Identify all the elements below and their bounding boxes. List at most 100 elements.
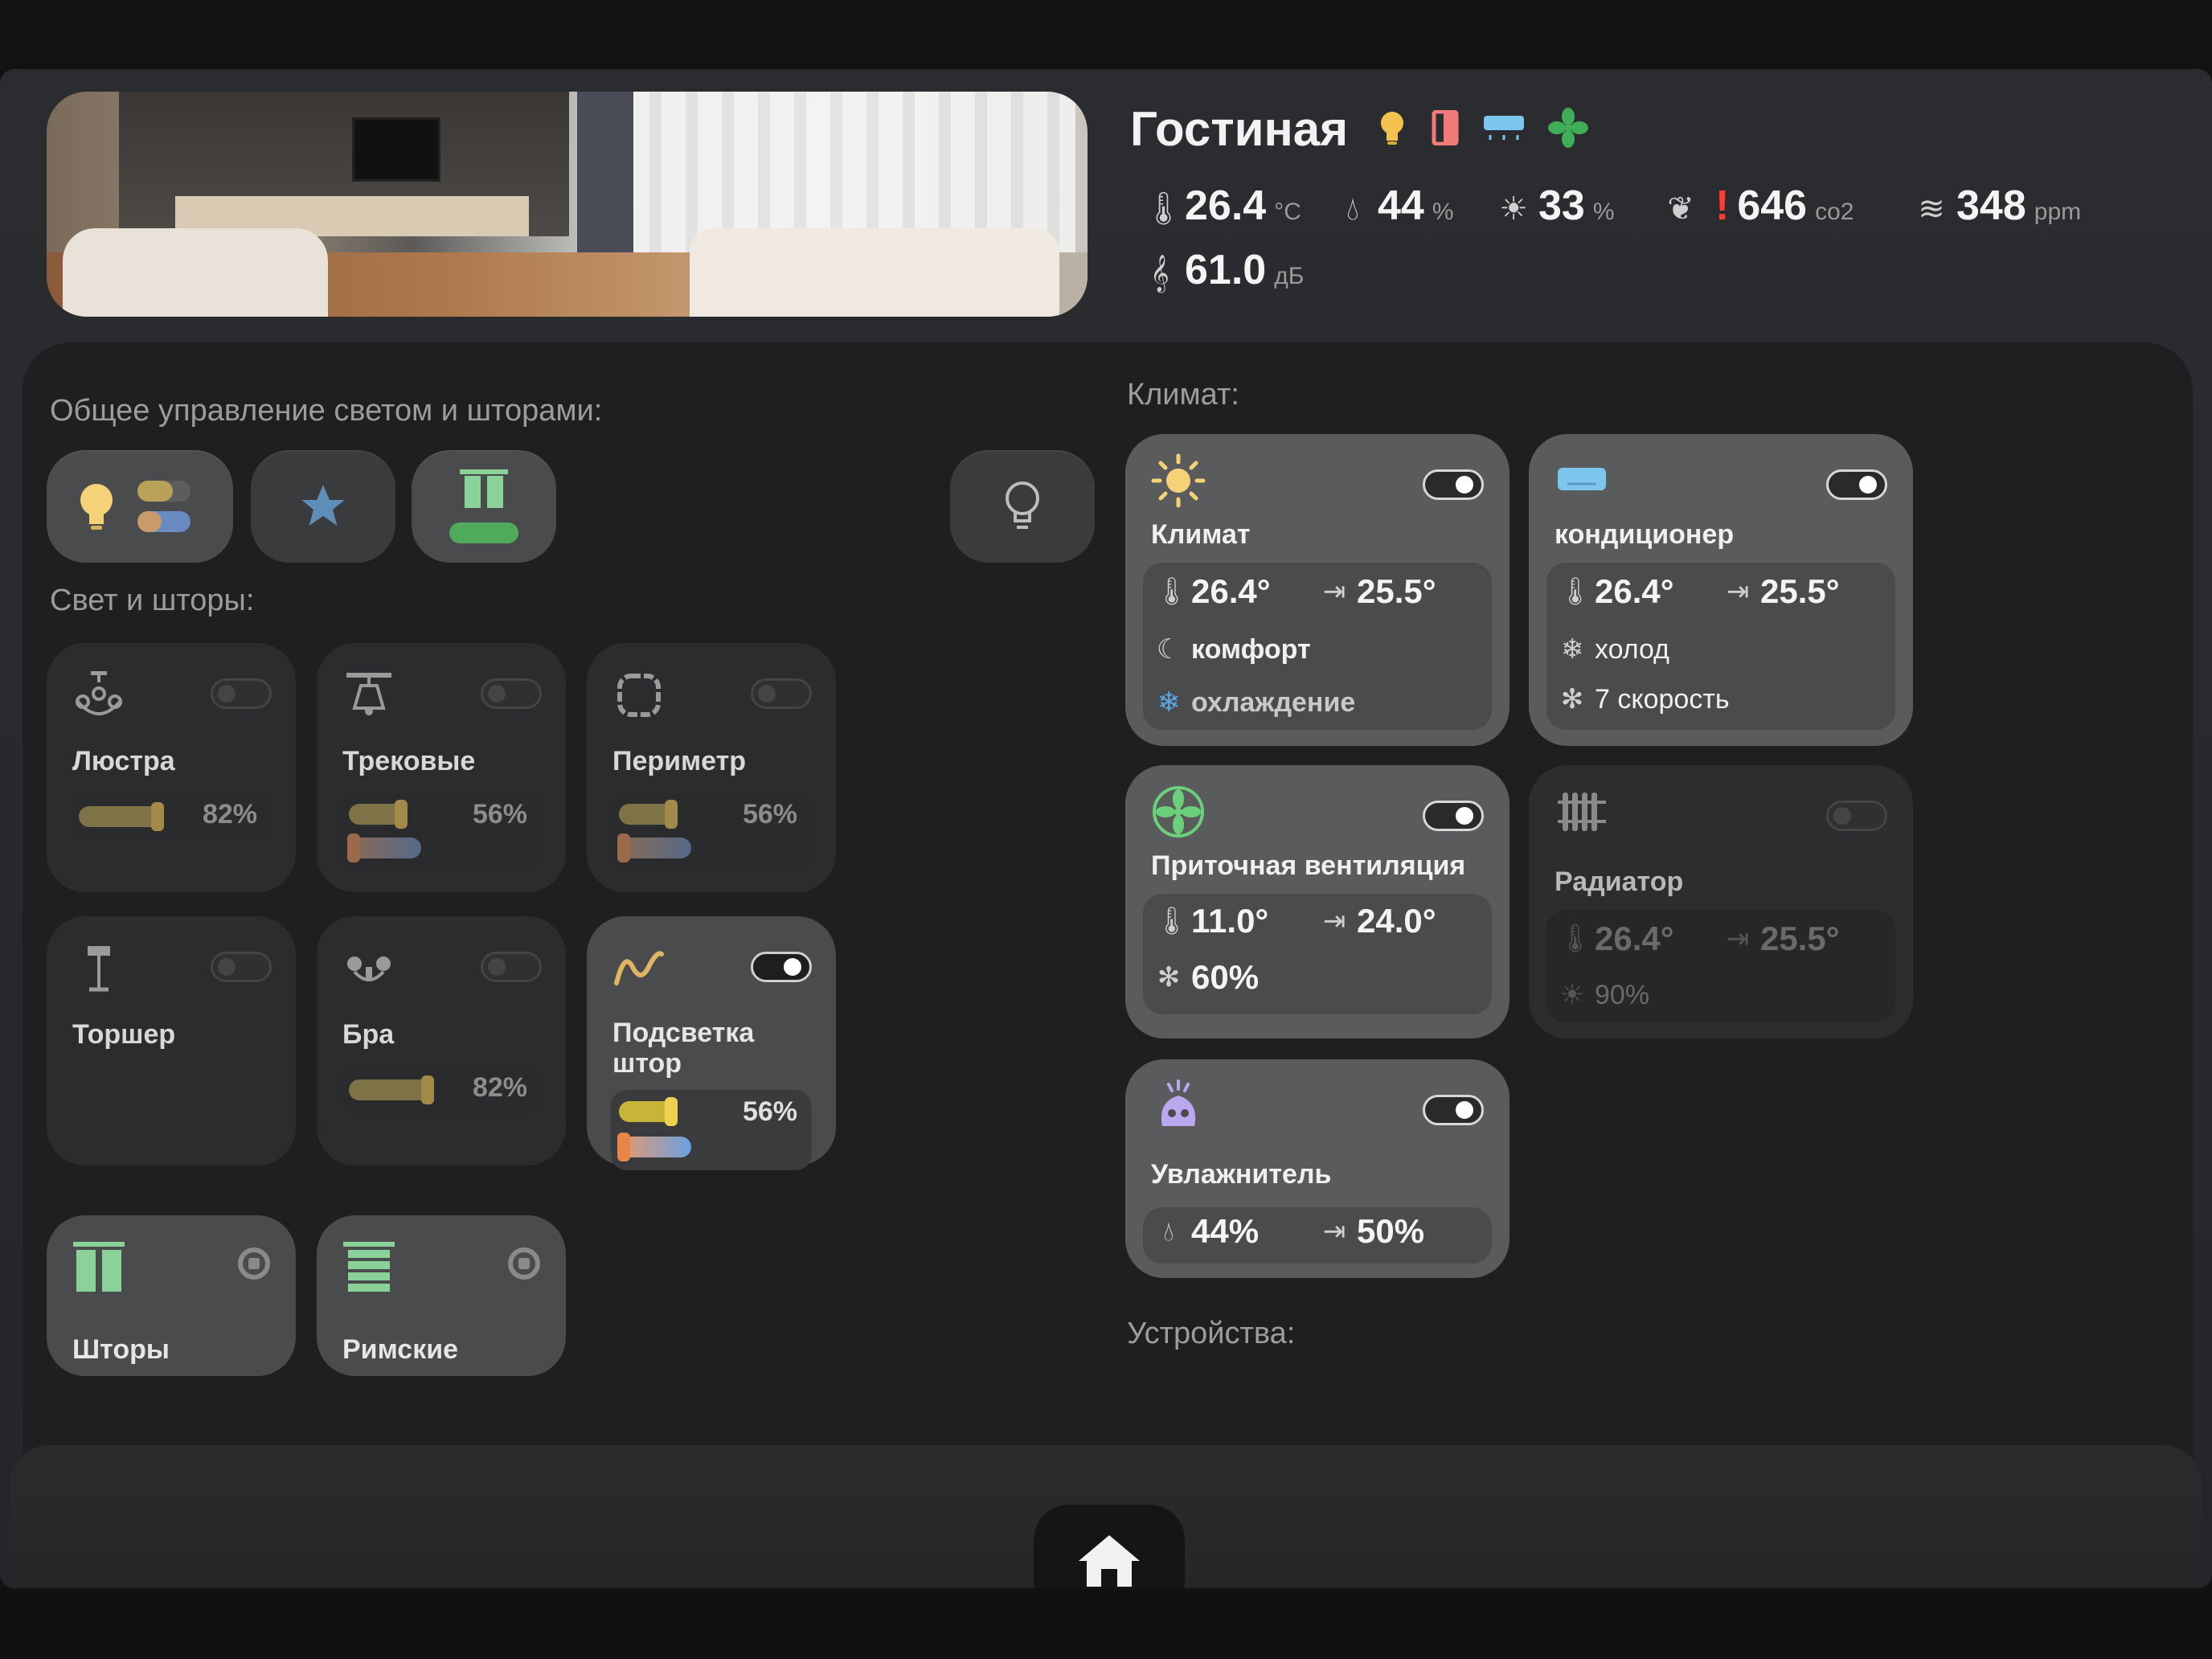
card-name: кондиционер	[1555, 519, 1735, 550]
perimeter-icon	[611, 667, 667, 723]
sun-icon: ☀	[1499, 191, 1528, 227]
ac-icon	[1484, 116, 1524, 140]
brightness-slider[interactable]: 82%	[341, 1066, 542, 1114]
tile-name: Римские	[342, 1334, 459, 1365]
perimeter-toggle[interactable]	[751, 678, 812, 709]
sun-icon	[1149, 452, 1207, 510]
floor-lamp-toggle[interactable]	[211, 952, 272, 982]
room-title: Гостиная	[1130, 102, 1349, 156]
chandelier-icon	[71, 667, 127, 723]
stop-icon[interactable]	[238, 1247, 270, 1280]
climate-card-humidifier[interactable]: Увлажнитель 💧︎ 44% ⇥ 50%	[1125, 1059, 1509, 1278]
curtain-tile-curtains[interactable]: Шторы	[47, 1215, 296, 1376]
temperature-sensor[interactable]: 🌡︎ 26.4 °C	[1143, 182, 1301, 230]
light-off-button[interactable]	[950, 450, 1095, 563]
light-tile-floor-lamp[interactable]: Торшер	[47, 916, 296, 1165]
home-button[interactable]	[1034, 1505, 1185, 1588]
lights-section-label: Свет и шторы:	[50, 584, 255, 617]
humidity-sensor[interactable]: 💧︎ 44 %	[1336, 182, 1454, 230]
fan-icon: ✻	[1560, 684, 1584, 715]
climate-label: Климат:	[1127, 378, 1239, 412]
bulb-outline-icon	[1006, 481, 1039, 529]
tile-name: Шторы	[72, 1334, 170, 1365]
climate-card-ventilation[interactable]: Приточная вентиляция 🌡︎ 11.0° ⇥ 24.0° ✻ 60%	[1125, 765, 1509, 1038]
sconce-icon	[341, 940, 397, 997]
illuminance-sensor[interactable]: ☀ 33 %	[1497, 182, 1614, 230]
alert-icon: !	[1715, 182, 1730, 229]
fan-icon	[1149, 783, 1207, 841]
led-strip-icon	[611, 940, 667, 997]
tile-name: Люстра	[72, 746, 175, 776]
stop-icon[interactable]	[508, 1247, 540, 1280]
brightness-slider[interactable]: 56%	[611, 1090, 812, 1170]
fan-icon	[1548, 108, 1588, 148]
snowflake-icon: ❄	[1157, 687, 1181, 718]
curtain-backlight-toggle[interactable]	[751, 952, 812, 982]
target-icon: ⇥	[1322, 1216, 1346, 1247]
track-toggle[interactable]	[481, 678, 542, 709]
sconce-toggle[interactable]	[481, 952, 542, 982]
thermometer-icon: 🌡︎	[1558, 924, 1593, 954]
chandelier-toggle[interactable]	[211, 678, 272, 709]
devices-label: Устройства:	[1127, 1317, 1296, 1350]
climate-info: 💧︎ 44% ⇥ 50%	[1143, 1207, 1492, 1264]
card-name: Радиатор	[1555, 866, 1684, 897]
radiator-icon	[1553, 783, 1611, 841]
light-tile-sconce[interactable]: Бра 82%	[317, 916, 566, 1165]
dashboard-screen: Гостиная 🌡︎ 26.4 °C 💧︎ 44 % ☀ 33 % ❦ ! 6…	[0, 69, 2212, 1588]
tile-name: Трековые	[342, 746, 476, 776]
bulb-icon	[80, 484, 113, 530]
fan-speed-icon: ✻	[1157, 962, 1181, 993]
bulb-icon	[1381, 112, 1403, 145]
tile-name: Торшер	[72, 1019, 176, 1050]
curtains-icon	[71, 1239, 127, 1296]
card-name: Увлажнитель	[1151, 1159, 1332, 1190]
light-tile-chandelier[interactable]: Люстра 82%	[47, 643, 296, 892]
climate-info: 🌡︎ 26.4° ⇥ 25.5° ☾ комфорт ❄ охлаждение	[1143, 563, 1492, 730]
climate-info: 🌡︎ 11.0° ⇥ 24.0° ✻ 60%	[1143, 894, 1492, 1014]
humidifier-toggle[interactable]	[1423, 1095, 1484, 1125]
light-tile-track[interactable]: Трековые 56%	[317, 643, 566, 892]
noise-sensor[interactable]: 𝄞 61.0 дБ	[1143, 246, 1304, 294]
scenes-button[interactable]	[251, 450, 395, 563]
co2-sensor[interactable]: ❦ ! 646 co2	[1664, 182, 1854, 230]
climate-card-thermostat[interactable]: Климат 🌡︎ 26.4° ⇥ 25.5° ☾ комфорт ❄ охлажден…	[1125, 434, 1509, 746]
card-name: Приточная вентиляция	[1151, 850, 1466, 881]
leaf-icon: ❦	[1667, 191, 1694, 227]
target-icon: ⇥	[1322, 576, 1346, 607]
all-curtains-button[interactable]	[412, 450, 556, 563]
room-photo[interactable]	[47, 92, 1088, 317]
radiator-toggle[interactable]	[1826, 801, 1887, 831]
target-icon: ⇥	[1322, 906, 1346, 936]
climate-card-ac[interactable]: кондиционер 🌡︎ 26.4° ⇥ 25.5° ❄ холод ✻ 7 ско…	[1529, 434, 1913, 746]
humidifier-icon	[1149, 1077, 1207, 1135]
air-quality-sensor[interactable]: ≋ 348 ppm	[1915, 182, 2081, 230]
ventilation-toggle[interactable]	[1423, 801, 1484, 831]
star-icon	[301, 485, 345, 526]
climate-card-radiator[interactable]: Радиатор 🌡︎ 26.4° ⇥ 25.5° ☀ 90%	[1529, 765, 1913, 1038]
thermometer-icon: 🌡︎	[1558, 576, 1593, 607]
brightness-slider[interactable]: 82%	[71, 793, 272, 841]
brightness-slider-icon	[137, 481, 190, 532]
all-lights-button[interactable]	[47, 450, 233, 563]
card-name: Климат	[1151, 519, 1251, 550]
brightness-slider[interactable]: 56%	[341, 793, 542, 870]
droplet-icon: 💧︎	[1163, 1215, 1174, 1247]
screen-bezel	[0, 1588, 2212, 1659]
moon-icon: ☾	[1156, 634, 1182, 665]
droplet-icon: 💧︎	[1346, 191, 1359, 227]
light-tile-perimeter[interactable]: Периметр 56%	[587, 643, 836, 892]
curtains-icon	[460, 469, 508, 508]
ac-toggle[interactable]	[1826, 469, 1887, 500]
thermometer-icon: 🌡︎	[1154, 906, 1190, 936]
floor-lamp-icon	[71, 940, 127, 997]
tile-name: Периметр	[612, 746, 747, 776]
climate-toggle[interactable]	[1423, 469, 1484, 500]
tile-name: Бра	[342, 1019, 395, 1050]
brightness-slider[interactable]: 56%	[611, 793, 812, 870]
heat-icon: ☀	[1559, 980, 1585, 1010]
light-tile-curtain-backlight[interactable]: Подсветка штор 56%	[587, 916, 836, 1170]
track-light-icon	[341, 667, 397, 723]
ac-icon	[1553, 452, 1611, 510]
curtain-tile-roman[interactable]: Римские	[317, 1215, 566, 1376]
